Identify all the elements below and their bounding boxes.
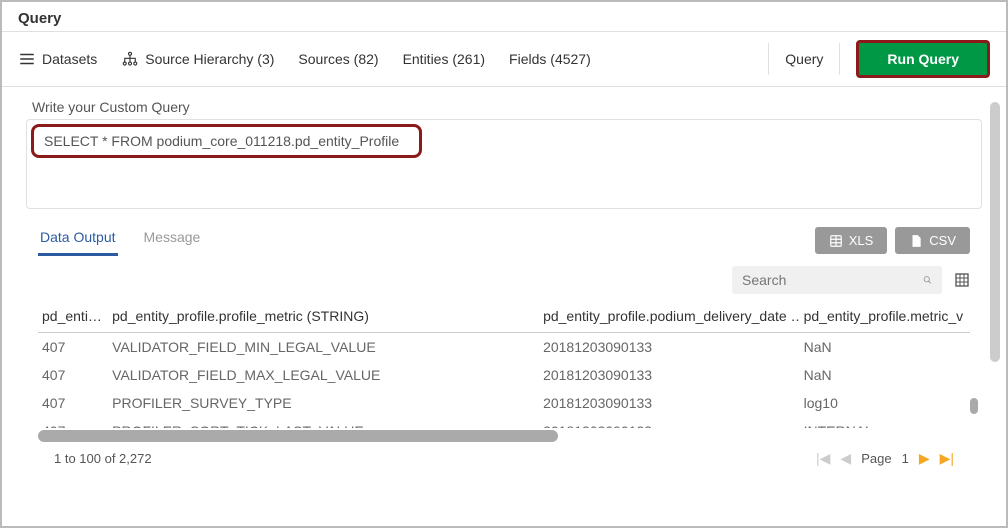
sources-label: Sources (82): [298, 51, 378, 67]
query-text: SELECT * FROM podium_core_011218.pd_enti…: [31, 124, 422, 158]
pager-page-label: Page: [861, 451, 891, 466]
row-count-label: 1 to 100 of 2,272: [54, 451, 152, 466]
scrollbar-thumb[interactable]: [38, 430, 558, 442]
table-cell: 407: [38, 389, 108, 417]
results-table: pd_enti… pd_entity_profile.profile_metri…: [38, 300, 970, 333]
export-xls-button[interactable]: XLS: [815, 227, 888, 254]
scrollbar-thumb[interactable]: [990, 102, 1000, 362]
query-label: Query: [785, 51, 823, 67]
csv-label: CSV: [929, 233, 956, 248]
table-cell: NaN: [800, 333, 970, 361]
table-row[interactable]: 407PROFILER_SURVEY_TYPE20181203090133log…: [38, 389, 970, 417]
divider: [768, 43, 769, 75]
run-query-button[interactable]: Run Query: [856, 40, 990, 78]
sources-tab[interactable]: Sources (82): [298, 51, 378, 67]
spreadsheet-icon: [829, 234, 843, 248]
page-vertical-scrollbar[interactable]: [990, 102, 1000, 502]
search-box[interactable]: [732, 266, 942, 294]
table-cell: NaN: [800, 361, 970, 389]
hierarchy-label: Source Hierarchy (3): [145, 51, 274, 67]
column-header[interactable]: pd_enti…: [38, 300, 108, 333]
table-cell: PROFILER_SORT_TICK_LAST_VALUE: [108, 417, 539, 428]
table-cell: 20181203090133: [539, 333, 800, 361]
list-icon: [18, 50, 36, 68]
tab-message[interactable]: Message: [142, 225, 203, 256]
table-cell: VALIDATOR_FIELD_MAX_LEGAL_VALUE: [108, 361, 539, 389]
column-header[interactable]: pd_entity_profile.profile_metric (STRING…: [108, 300, 539, 333]
pager-first-button[interactable]: |◀: [816, 450, 830, 467]
entities-label: Entities (261): [403, 51, 485, 67]
fields-tab[interactable]: Fields (4527): [509, 51, 591, 67]
table-horizontal-scrollbar[interactable]: [38, 430, 970, 442]
table-cell: 20181203090133: [539, 417, 800, 428]
query-editor-label: Write your Custom Query: [26, 99, 982, 115]
table-row[interactable]: 407VALIDATOR_FIELD_MAX_LEGAL_VALUE201812…: [38, 361, 970, 389]
pager-prev-button[interactable]: ◀: [840, 450, 851, 467]
pager: |◀ ◀ Page 1 ▶ ▶|: [816, 450, 954, 467]
table-cell: VALIDATOR_FIELD_MIN_LEGAL_VALUE: [108, 333, 539, 361]
pager-page-number: 1: [902, 451, 909, 466]
table-header-row: pd_enti… pd_entity_profile.profile_metri…: [38, 300, 970, 333]
datasets-label: Datasets: [42, 51, 97, 67]
export-csv-button[interactable]: CSV: [895, 227, 970, 254]
divider: [839, 43, 840, 75]
column-header[interactable]: pd_entity_profile.metric_v: [800, 300, 970, 333]
fields-label: Fields (4527): [509, 51, 591, 67]
pager-next-button[interactable]: ▶: [919, 450, 930, 467]
search-icon: [923, 272, 932, 288]
column-header[interactable]: pd_entity_profile.podium_delivery_date …: [539, 300, 800, 333]
table-cell: 407: [38, 333, 108, 361]
datasets-button[interactable]: Datasets: [18, 50, 97, 68]
scrollbar-thumb[interactable]: [970, 398, 978, 414]
hierarchy-button[interactable]: Source Hierarchy (3): [121, 50, 274, 68]
toolbar: Datasets Source Hierarchy (3) Sources (8…: [2, 31, 1006, 87]
page-title: Query: [2, 2, 1006, 31]
table-cell: 20181203090133: [539, 361, 800, 389]
table-cell: PROFILER_SURVEY_TYPE: [108, 389, 539, 417]
table-cell: 20181203090133: [539, 389, 800, 417]
file-icon: [909, 234, 923, 248]
columns-icon[interactable]: [954, 272, 970, 288]
xls-label: XLS: [849, 233, 874, 248]
table-cell: 407: [38, 417, 108, 428]
table-cell: log10: [800, 389, 970, 417]
table-cell: INTERNAL: [800, 417, 970, 428]
hierarchy-icon: [121, 50, 139, 68]
tab-data-output[interactable]: Data Output: [38, 225, 118, 256]
entities-tab[interactable]: Entities (261): [403, 51, 485, 67]
table-cell: 407: [38, 361, 108, 389]
pager-last-button[interactable]: ▶|: [940, 450, 954, 467]
table-row[interactable]: 407VALIDATOR_FIELD_MIN_LEGAL_VALUE201812…: [38, 333, 970, 361]
table-vertical-scrollbar[interactable]: [970, 362, 978, 432]
table-row[interactable]: 407PROFILER_SORT_TICK_LAST_VALUE20181203…: [38, 417, 970, 428]
search-input[interactable]: [742, 272, 923, 288]
query-editor[interactable]: SELECT * FROM podium_core_011218.pd_enti…: [26, 119, 982, 209]
